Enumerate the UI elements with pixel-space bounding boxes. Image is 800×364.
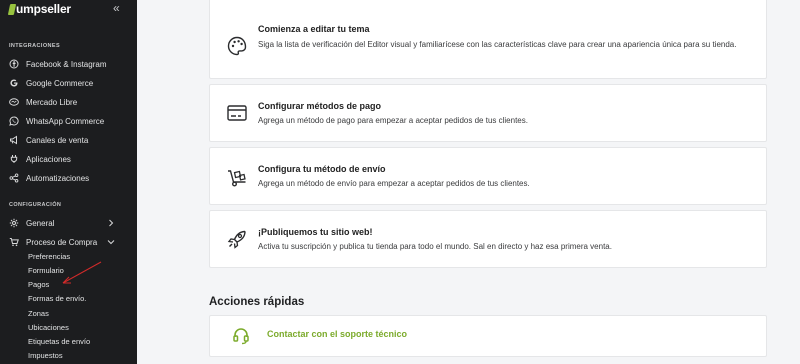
sidebar-item-label: Proceso de Compra [26, 237, 98, 247]
sidebar-item-label: Mercado Libre [26, 97, 78, 107]
sidebar: umpseller « INTEGRACIONES Facebook & Ins… [0, 0, 137, 364]
sidebar-item-general[interactable]: General [9, 215, 129, 231]
sidebar-item-whatsapp-commerce[interactable]: WhatsApp Commerce [9, 113, 129, 129]
card-title: Comienza a editar tu tema [258, 24, 370, 34]
sidebar-item-label: WhatsApp Commerce [26, 116, 105, 126]
sidebar-subitem-pagos[interactable]: Pagos [28, 279, 49, 291]
onboarding-card-shipping[interactable]: Configura tu método de envío Agrega un m… [209, 147, 767, 205]
sidebar-item-facebook-instagram[interactable]: Facebook & Instagram [9, 56, 129, 72]
share-nodes-icon [9, 173, 19, 183]
chevron-down-icon [107, 240, 115, 245]
sidebar-item-label: Automatizaciones [26, 173, 90, 183]
sidebar-subitem-zonas[interactable]: Zonas [28, 308, 49, 320]
card-description: Agrega un método de envío para empezar a… [258, 179, 530, 188]
sidebar-item-label: Canales de venta [26, 135, 89, 145]
megaphone-icon [9, 135, 19, 145]
jumpseller-logo-mark [7, 3, 17, 15]
sidebar-item-aplicaciones[interactable]: Aplicaciones [9, 151, 129, 167]
cart-icon [9, 237, 19, 247]
chevron-right-icon [109, 219, 114, 227]
sidebar-item-proceso-de-compra[interactable]: Proceso de Compra [9, 234, 129, 250]
facebook-instagram-icon [9, 59, 19, 69]
whatsapp-icon [9, 116, 19, 126]
handshake-icon [9, 97, 19, 107]
sidebar-item-label: Aplicaciones [26, 154, 71, 164]
sidebar-subitem-impuestos[interactable]: Impuestos [28, 350, 63, 362]
brand-name: umpseller [16, 2, 71, 16]
sidebar-subitem-formulario[interactable]: Formulario [28, 265, 64, 277]
onboarding-card-payments[interactable]: Configurar métodos de pago Agrega un mét… [209, 84, 767, 142]
card-description: Siga la lista de verificación del Editor… [258, 40, 737, 49]
dolly-icon [228, 170, 246, 187]
sidebar-item-automatizaciones[interactable]: Automatizaciones [9, 170, 129, 186]
sidebar-item-mercado-libre[interactable]: Mercado Libre [9, 94, 129, 110]
headset-icon [233, 328, 249, 345]
credit-card-icon [227, 105, 247, 121]
onboarding-card-theme[interactable]: Comienza a editar tu tema Siga la lista … [209, 0, 767, 79]
support-contact-card[interactable]: Contactar con el soporte técnico [209, 315, 767, 357]
sidebar-item-google-commerce[interactable]: Google Commerce [9, 75, 129, 91]
double-chevron-left-icon[interactable]: « [113, 1, 120, 15]
card-title: Configura tu método de envío [258, 164, 386, 174]
sidebar-subitem-etiquetas-de-envio[interactable]: Etiquetas de envío [28, 336, 90, 348]
google-icon [9, 78, 19, 88]
sidebar-item-label: Google Commerce [26, 78, 94, 88]
support-contact-link[interactable]: Contactar con el soporte técnico [267, 329, 407, 339]
card-description: Agrega un método de pago para empezar a … [258, 116, 528, 125]
section-title-configuracion: CONFIGURACIÓN [9, 202, 62, 208]
sidebar-subitem-ubicaciones[interactable]: Ubicaciones [28, 322, 69, 334]
card-title: ¡Publiquemos tu sitio web! [258, 227, 373, 237]
sidebar-subitem-preferencias[interactable]: Preferencias [28, 251, 70, 263]
section-title-integraciones: INTEGRACIONES [9, 43, 61, 49]
sidebar-item-label: General [26, 218, 55, 228]
onboarding-card-publish[interactable]: ¡Publiquemos tu sitio web! Activa tu sus… [209, 210, 767, 268]
sidebar-subitem-formas-de-envio[interactable]: Formas de envío. [28, 293, 86, 305]
quick-actions-heading: Acciones rápidas [209, 296, 305, 308]
sidebar-item-label: Facebook & Instagram [26, 59, 107, 69]
brand-logo[interactable]: umpseller [7, 1, 71, 17]
sidebar-item-canales-de-venta[interactable]: Canales de venta [9, 132, 129, 148]
card-description: Activa tu suscripción y publica tu tiend… [258, 242, 612, 251]
card-title: Configurar métodos de pago [258, 101, 382, 111]
plug-icon [9, 154, 19, 164]
gear-icon [9, 218, 19, 228]
palette-icon [227, 36, 247, 56]
rocket-icon [227, 230, 246, 249]
